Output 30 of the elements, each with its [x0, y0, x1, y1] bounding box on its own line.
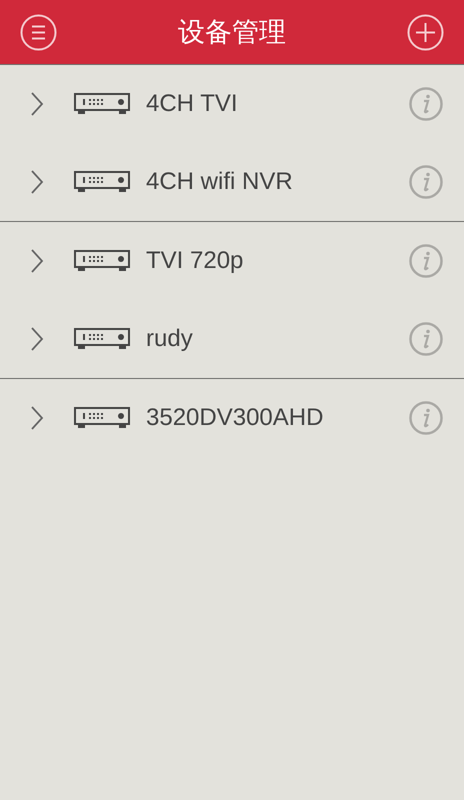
info-button[interactable]: [409, 401, 443, 435]
info-icon: [409, 244, 443, 278]
info-button[interactable]: [409, 244, 443, 278]
menu-icon: [20, 14, 57, 50]
device-name[interactable]: TVI 720p: [146, 247, 409, 275]
plus-icon: [407, 14, 444, 50]
recorder-icon: [74, 93, 130, 115]
info-button[interactable]: [409, 165, 443, 199]
page-title: 设备管理: [178, 16, 286, 50]
recorder-icon: [74, 171, 130, 193]
device-name[interactable]: rudy: [146, 325, 409, 353]
chevron-icon[interactable]: [30, 91, 44, 117]
info-icon: [409, 87, 443, 121]
device-name[interactable]: 4CH TVI: [146, 90, 409, 118]
chevron-icon[interactable]: [30, 405, 44, 431]
recorder-icon: [74, 407, 130, 429]
device-name[interactable]: 3520DV300AHD: [146, 404, 409, 432]
menu-button[interactable]: [20, 14, 57, 50]
chevron-icon[interactable]: [30, 326, 44, 352]
info-icon: [409, 401, 443, 435]
device-name[interactable]: 4CH wifi NVR: [146, 168, 409, 196]
add-button[interactable]: [407, 14, 444, 50]
info-icon: [409, 322, 443, 356]
recorder-icon: [74, 328, 130, 350]
chevron-icon[interactable]: [30, 248, 44, 274]
info-icon: [409, 165, 443, 199]
info-button[interactable]: [409, 322, 443, 356]
recorder-icon: [74, 250, 130, 272]
chevron-icon[interactable]: [30, 169, 44, 195]
info-button[interactable]: [409, 87, 443, 121]
